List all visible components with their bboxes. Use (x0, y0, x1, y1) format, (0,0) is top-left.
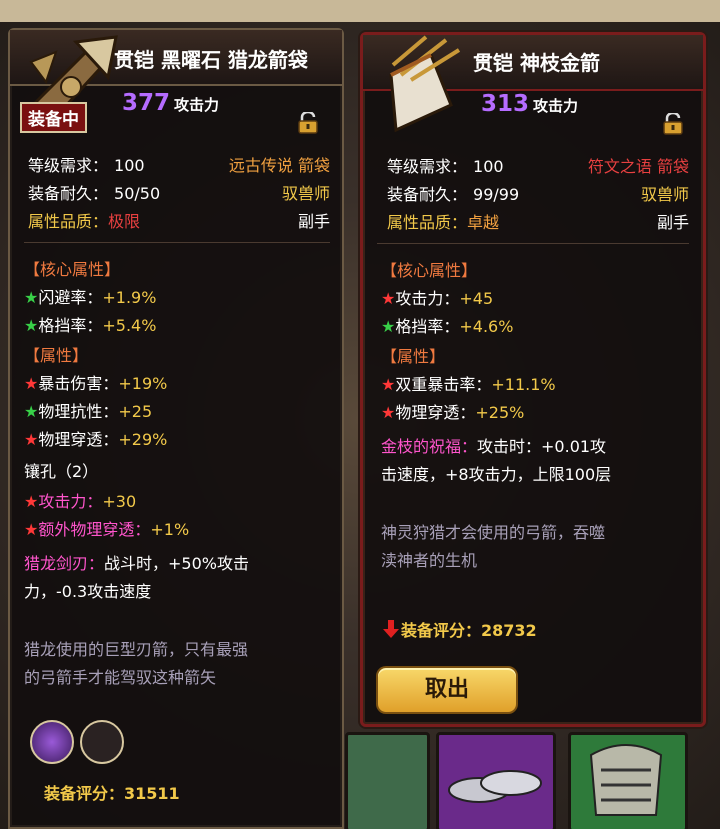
gear-score: 装备评分：31511 (44, 784, 180, 803)
core-attributes-header: 【核心属性】 (381, 261, 478, 280)
special-skill-cont: 力，-0.3攻击速度 (24, 582, 152, 601)
attr-row: ★物理抗性：+25 (24, 402, 153, 421)
durability: 装备耐久： 99/99 (387, 185, 520, 204)
lore-text: 渎神者的生机 (381, 551, 478, 570)
level-requirement: 等级需求： 100 (28, 156, 145, 175)
take-out-button[interactable]: 取出 (376, 666, 518, 714)
gear-score: 装备评分：28732 (381, 617, 537, 641)
lock-icon[interactable] (296, 112, 320, 134)
class-requirement: 驭兽师 (281, 184, 330, 203)
item-title: 贯铠 神枝金箭 (473, 51, 600, 75)
red-star-icon: ★ (24, 520, 39, 539)
lock-icon[interactable] (661, 113, 685, 135)
equipped-badge: 装备中 (20, 102, 87, 133)
rarity-type: 远古传说 箭袋 (228, 156, 330, 175)
ribcage-armor-icon (589, 744, 663, 816)
attack-stat: 313 攻击力 (481, 91, 578, 117)
inventory-slot-shorts[interactable] (345, 732, 430, 829)
core-attributes-header: 【核心属性】 (24, 260, 121, 279)
lore-text: 的弓箭手才能驾驭这种箭矢 (24, 668, 217, 687)
class-requirement: 驭兽师 (640, 185, 689, 204)
attack-label: 攻击力 (174, 96, 220, 114)
red-star-icon: ★ (381, 403, 396, 422)
divider (24, 242, 330, 243)
level-requirement: 等级需求： 100 (387, 157, 504, 176)
attack-stat: 377 攻击力 (122, 90, 219, 116)
equip-slot: 副手 (297, 212, 330, 231)
socket-row: ★额外物理穿透：+1% (24, 520, 190, 539)
core-attr-row: ★攻击力：+45 (381, 289, 494, 308)
red-star-icon: ★ (24, 374, 39, 393)
green-star-icon: ★ (381, 317, 396, 336)
socket-gem-purple-icon[interactable] (30, 720, 74, 764)
compare-item-tooltip: 贯铠 神枝金箭 313 攻击力 等级需求： 100 符文之语 箭袋 装备耐久： 99/… (360, 32, 706, 727)
attr-row: ★物理穿透：+29% (24, 430, 168, 449)
attack-label: 攻击力 (533, 97, 579, 115)
sockets-header: 镶孔（2） (24, 462, 99, 481)
attack-value: 377 (122, 90, 171, 116)
core-attr-row: ★闪避率：+1.9% (24, 288, 157, 307)
core-attr-row: ★格挡率：+5.4% (24, 316, 157, 335)
lore-text: 猎龙使用的巨型刃箭，只有最强 (24, 640, 249, 659)
inventory-slot-armor[interactable] (568, 732, 688, 829)
red-star-icon: ★ (24, 492, 39, 511)
attr-row: ★双重暴击率：+11.1% (381, 375, 556, 394)
socket-row: ★攻击力：+30 (24, 492, 137, 511)
attribute-quality: 属性品质：极限 (28, 212, 141, 231)
red-star-icon: ★ (381, 289, 396, 308)
attribute-quality: 属性品质：卓越 (387, 213, 500, 232)
core-attr-row: ★格挡率：+4.6% (381, 317, 514, 336)
attr-row: ★物理穿透：+25% (381, 403, 525, 422)
set-blessing-cont: 击速度，+8攻击力，上限100层 (381, 465, 612, 484)
attributes-header: 【属性】 (24, 346, 89, 365)
lore-text: 神灵狩猎才会使用的弓箭，吞噬 (381, 523, 606, 542)
green-star-icon: ★ (24, 402, 39, 421)
special-skill: 猎龙剑刃：战斗时，+50%攻击 (24, 554, 249, 573)
green-star-icon: ★ (24, 316, 39, 335)
rarity-type: 符文之语 箭袋 (587, 157, 689, 176)
equipped-item-tooltip: 贯铠 黑曜石 猎龙箭袋 装备中 377 攻击力 等级需求： 100 远古传说 箭袋 … (8, 28, 344, 829)
top-toolbar-strip (0, 0, 720, 22)
equip-slot: 副手 (656, 213, 689, 232)
durability: 装备耐久： 50/50 (28, 184, 161, 203)
inventory-slot-sandals[interactable] (436, 732, 556, 829)
attr-row: ★暴击伤害：+19% (24, 374, 168, 393)
item-title: 贯铠 黑曜石 猎龙箭袋 (114, 48, 308, 72)
red-star-icon: ★ (381, 375, 396, 394)
socket-gem-empty-icon[interactable] (80, 720, 124, 764)
sandals-icon (448, 770, 542, 803)
red-down-arrow-icon (383, 620, 399, 638)
divider (377, 243, 689, 244)
attributes-header: 【属性】 (381, 347, 446, 366)
set-blessing: 金枝的祝福：攻击时：+0.01攻 (381, 437, 607, 456)
attack-value: 313 (481, 91, 530, 117)
golden-arrow-quiver-icon (389, 35, 461, 133)
green-star-icon: ★ (24, 288, 39, 307)
red-star-icon: ★ (24, 430, 39, 449)
